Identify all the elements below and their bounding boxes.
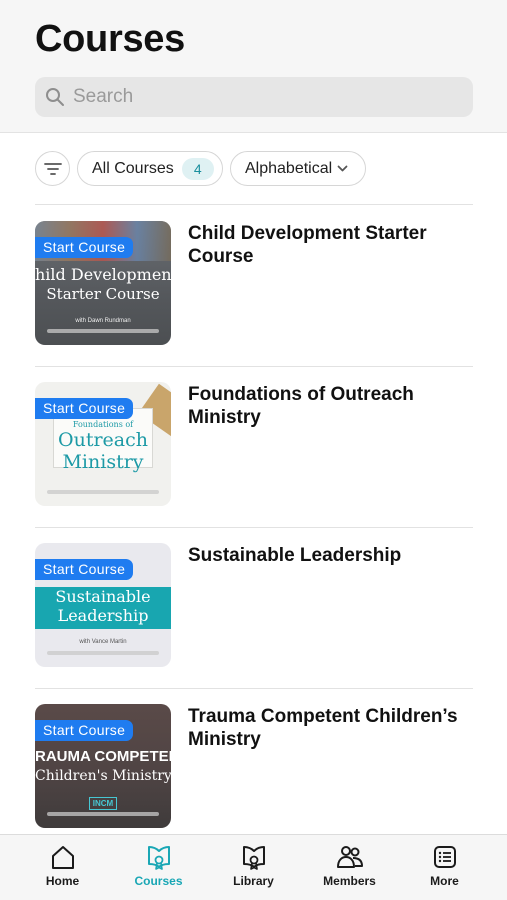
- thumbnail-title-line1: RAUMA COMPETEN: [35, 748, 171, 765]
- chevron-down-icon: [337, 165, 348, 171]
- thumbnail-title-line1: Outreach: [58, 429, 148, 451]
- all-courses-filter[interactable]: All Courses 4: [77, 151, 223, 186]
- course-title[interactable]: Trauma Competent Children’s Ministry: [188, 705, 473, 751]
- thumbnail-title-line1: Sustainable: [55, 587, 151, 606]
- incm-logo: INCM: [89, 797, 117, 810]
- search-input[interactable]: [73, 77, 453, 117]
- sort-label: Alphabetical: [245, 159, 333, 177]
- more-icon: [434, 846, 456, 868]
- start-course-badge: Start Course: [35, 237, 134, 258]
- course-thumbnail[interactable]: Start Course Foundations of Outreach Min…: [35, 382, 171, 506]
- course-item-sustainable-leadership[interactable]: Start Course Sustainable Leadership with…: [35, 527, 473, 689]
- sort-dropdown[interactable]: Alphabetical: [230, 151, 366, 186]
- tab-more[interactable]: More: [394, 835, 495, 900]
- tab-home[interactable]: Home: [12, 835, 113, 900]
- tab-label: Courses: [134, 874, 183, 888]
- start-course-badge: Start Course: [35, 398, 134, 419]
- tab-label: Library: [233, 874, 274, 888]
- thumbnail-author: with Dawn Rundman: [75, 318, 131, 324]
- course-item-trauma-competent[interactable]: Start Course RAUMA COMPETEN Children's M…: [35, 688, 473, 849]
- tab-library[interactable]: Library: [203, 835, 304, 900]
- course-item-foundations-outreach[interactable]: Start Course Foundations of Outreach Min…: [35, 366, 473, 528]
- header: Courses: [0, 0, 507, 133]
- course-thumbnail[interactable]: Start Course Sustainable Leadership with…: [35, 543, 171, 667]
- filter-button[interactable]: [35, 151, 70, 186]
- course-thumbnail[interactable]: Start Course hild Developmen Starter Cou…: [35, 221, 171, 345]
- library-icon: [243, 846, 265, 870]
- bottom-tab-bar: Home Courses Library Members More: [0, 834, 507, 900]
- courses-icon: [148, 846, 170, 870]
- tab-label: More: [430, 874, 459, 888]
- course-count-badge: 4: [181, 157, 214, 180]
- progress-bar: [47, 329, 159, 333]
- filter-icon: [44, 163, 62, 175]
- members-icon: [337, 846, 363, 868]
- thumbnail-author: with Vance Martin: [79, 639, 127, 645]
- course-title[interactable]: Foundations of Outreach Ministry: [188, 383, 473, 429]
- course-item-child-development[interactable]: Start Course hild Developmen Starter Cou…: [35, 205, 473, 367]
- tab-label: Members: [323, 874, 376, 888]
- tab-courses[interactable]: Courses: [108, 835, 209, 900]
- progress-bar: [47, 812, 159, 816]
- page-title: Courses: [35, 18, 185, 60]
- course-title[interactable]: Child Development Starter Course: [188, 222, 473, 268]
- progress-bar: [47, 490, 159, 494]
- thumbnail-title-line2: Ministry: [62, 451, 144, 473]
- thumbnail-title-line2: Starter Course: [46, 285, 160, 303]
- start-course-badge: Start Course: [35, 559, 134, 580]
- search-bar[interactable]: [35, 77, 473, 117]
- thumbnail-subtitle: Foundations of: [72, 420, 134, 429]
- course-title[interactable]: Sustainable Leadership: [188, 544, 473, 567]
- progress-bar: [47, 651, 159, 655]
- all-courses-label: All Courses: [92, 159, 174, 177]
- search-icon: [46, 88, 64, 106]
- tab-label: Home: [45, 874, 80, 888]
- start-course-badge: Start Course: [35, 720, 134, 741]
- thumbnail-title-line1: hild Developmen: [35, 265, 171, 284]
- thumbnail-title-line2: Children's Ministry: [35, 768, 171, 784]
- course-thumbnail[interactable]: Start Course RAUMA COMPETEN Children's M…: [35, 704, 171, 828]
- tab-members[interactable]: Members: [299, 835, 400, 900]
- home-icon: [52, 846, 74, 869]
- thumbnail-title-line2: Leadership: [57, 606, 149, 625]
